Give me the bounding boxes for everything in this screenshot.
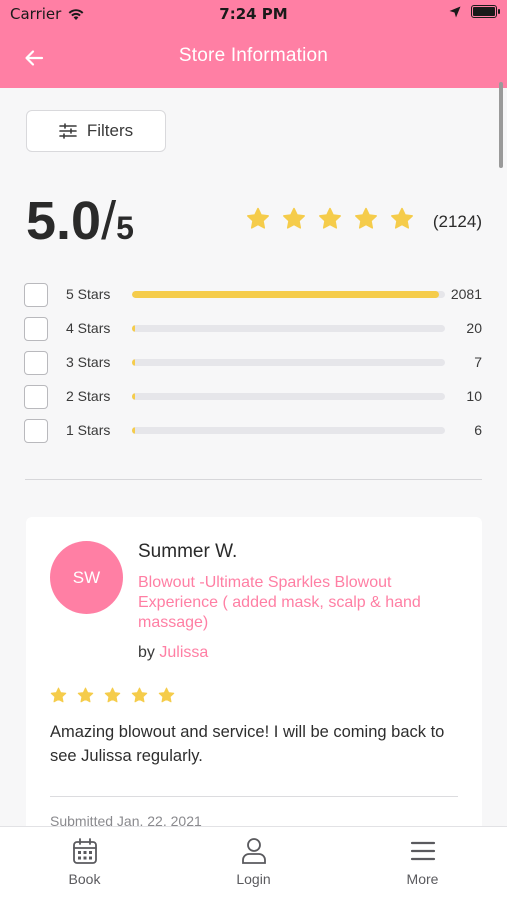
avatar-initials: SW [72, 567, 101, 587]
by-prefix: by [138, 644, 155, 661]
battery-icon [471, 5, 500, 18]
stylist-link[interactable]: Julissa [159, 644, 208, 661]
rating-row: 5 Stars 2081 [24, 282, 482, 316]
rating-bar-fill [132, 359, 135, 366]
rating-row-label: 4 Stars [66, 320, 111, 336]
tab-book[interactable]: Book [0, 827, 169, 900]
rating-row: 3 Stars 7 [24, 350, 482, 384]
service-name: Blowout -Ultimate Sparkles Blowout Exper… [138, 574, 421, 631]
star-filter-checkbox[interactable] [24, 385, 48, 409]
rating-row-count: 20 [466, 320, 482, 336]
user-icon [241, 838, 266, 864]
rating-row-label: 5 Stars [66, 286, 111, 302]
filters-label: Filters [86, 121, 134, 140]
star-icon [158, 687, 175, 703]
summary-stars [246, 207, 414, 231]
tab-login[interactable]: Login [169, 827, 338, 900]
rating-bar-fill [132, 291, 439, 298]
star-icon [50, 687, 67, 703]
rating-bar-track [132, 291, 445, 298]
star-filter-checkbox[interactable] [24, 317, 48, 341]
star-filter-checkbox[interactable] [24, 419, 48, 443]
rating-bar-fill [132, 427, 135, 434]
rating-row-count: 6 [474, 422, 482, 438]
tab-book-label: Book [68, 871, 101, 887]
stylist-line: by Julissa [138, 644, 208, 662]
rating-row-label: 1 Stars [66, 422, 111, 438]
star-icon [355, 207, 377, 229]
rating-row: 4 Stars 20 [24, 316, 482, 350]
star-icon [77, 687, 94, 703]
star-icon [391, 207, 413, 229]
scrollbar[interactable] [499, 82, 503, 168]
review-comment: Amazing blowout and service! I will be c… [50, 723, 445, 765]
star-filter-checkbox[interactable] [24, 283, 48, 307]
rating-bar-track [132, 427, 445, 434]
calendar-icon [72, 838, 97, 864]
clock: 7:24 PM [219, 5, 288, 23]
rating-row-count: 7 [474, 354, 482, 370]
star-icon [131, 687, 148, 703]
star-icon [104, 687, 121, 703]
rating-bar-track [132, 359, 445, 366]
nav-bar: Store Information [0, 28, 507, 88]
review-card: SW Summer W. Blowout -Ultimate Sparkles … [26, 517, 482, 847]
status-right [449, 5, 500, 18]
rating-row-count: 10 [466, 388, 482, 404]
reviewer-name: Summer W. [138, 541, 238, 562]
star-icon [319, 207, 341, 229]
rating-row-label: 2 Stars [66, 388, 111, 404]
review-stars [50, 687, 175, 704]
rating-bar-track [132, 393, 445, 400]
average-rating: 5.0/5 [26, 190, 134, 252]
tab-bar: Book Login More [0, 826, 507, 900]
filters-button[interactable]: Filters [26, 110, 166, 152]
menu-icon [410, 841, 435, 861]
tab-more-label: More [406, 871, 439, 887]
tab-login-label: Login [236, 871, 271, 887]
rating-row: 1 Stars 6 [24, 418, 482, 452]
star-icon [283, 207, 305, 229]
tab-more[interactable]: More [338, 827, 507, 900]
star-icon [247, 207, 269, 229]
avatar: SW [50, 541, 123, 614]
status-bar: Carrier 7:24 PM [0, 0, 507, 28]
rating-slash: / [101, 191, 117, 251]
rating-row-count: 2081 [450, 286, 482, 302]
rating-row: 2 Stars 10 [24, 384, 482, 418]
rating-distribution: 5 Stars 2081 4 Stars 20 3 Stars 7 2 Stars 10 1 S… [24, 282, 482, 452]
page-title: Store Information [178, 45, 329, 66]
section-divider [25, 479, 482, 480]
rating-bar-track [132, 325, 445, 332]
rating-bar-fill [132, 325, 135, 332]
review-count: (2124) [432, 212, 482, 231]
rating-max: 5 [116, 210, 134, 246]
average-rating-value: 5.0 [26, 191, 102, 251]
star-filter-checkbox[interactable] [24, 351, 48, 375]
rating-bar-fill [132, 393, 135, 400]
rating-row-label: 3 Stars [66, 354, 111, 370]
location-arrow-icon [449, 6, 461, 17]
card-divider [50, 796, 458, 797]
sliders-icon [59, 123, 77, 139]
